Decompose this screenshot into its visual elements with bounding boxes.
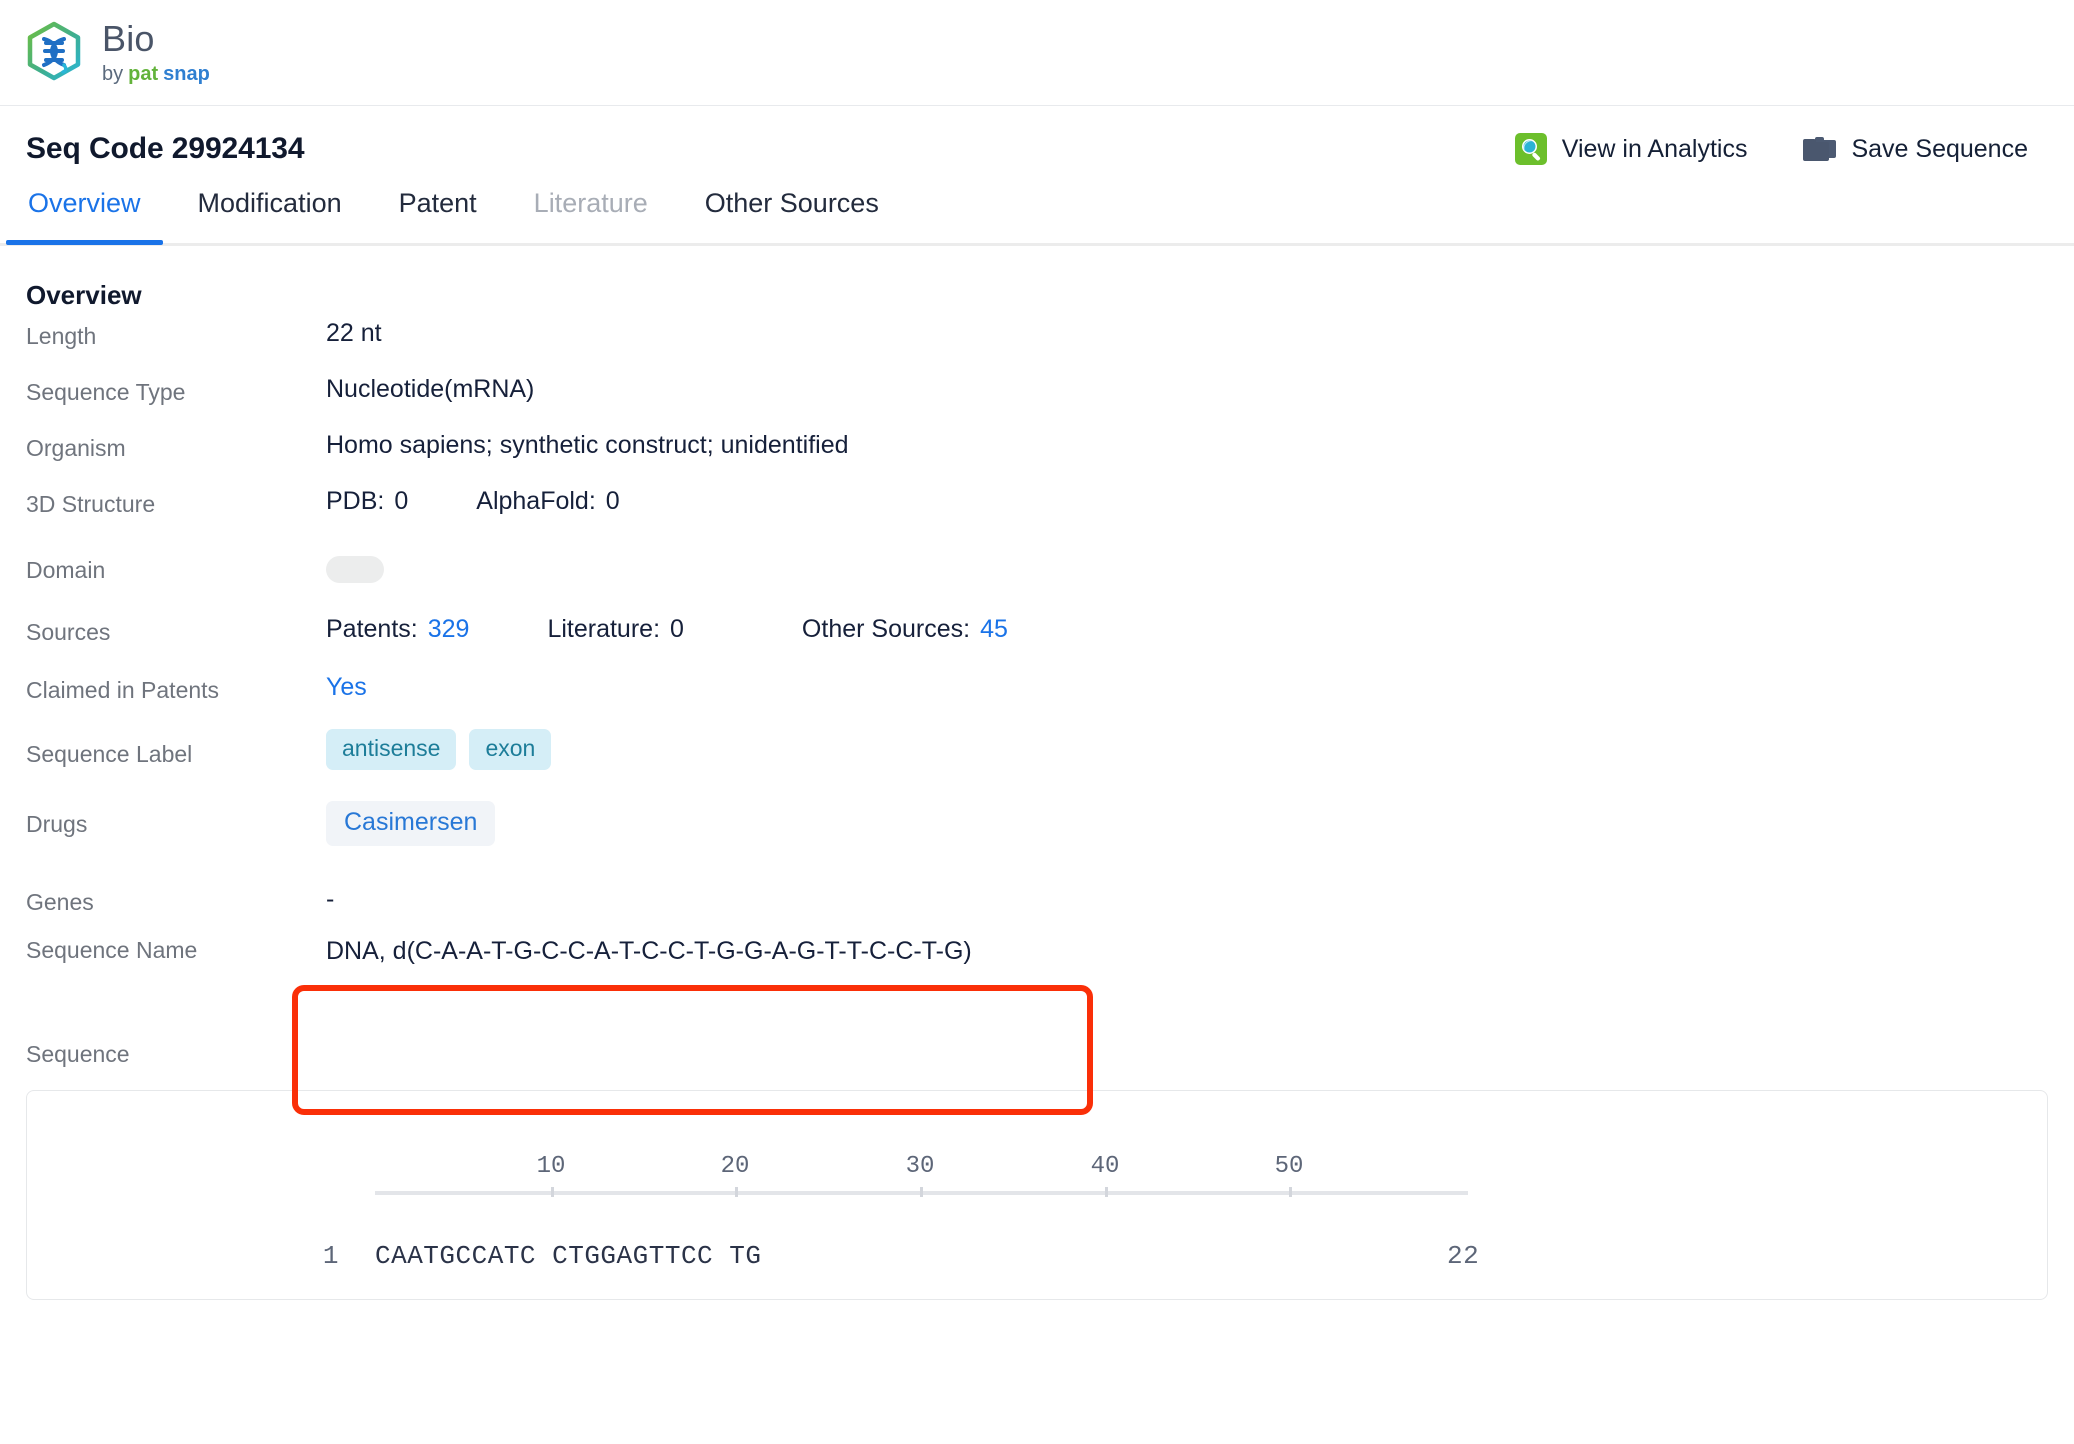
sequence-viewer-panel: 10 20 30 40 50 1 CAATGCCATC CTGGAGTTCC T… <box>26 1090 2048 1300</box>
tab-overview[interactable]: Overview <box>6 188 162 245</box>
ruler-tick <box>551 1187 554 1197</box>
row-sequence-label: Sequence Label antisense exon <box>26 729 2048 801</box>
literature-count: 0 <box>670 615 684 643</box>
brand-pat-text: pat <box>128 63 159 85</box>
section-title-overview: Overview <box>26 280 142 310</box>
patents-label: Patents: <box>326 615 418 643</box>
view-in-analytics-button[interactable]: View in Analytics <box>1514 132 1748 166</box>
brand-snap-text: snap <box>163 63 210 85</box>
value-genes: - <box>326 885 335 913</box>
save-sequence-button[interactable]: Save Sequence <box>1803 134 2028 164</box>
tab-patent[interactable]: Patent <box>399 188 477 243</box>
literature-label: Literature: <box>547 615 661 643</box>
ruler-tick-label: 40 <box>1090 1153 1120 1180</box>
ruler-tick-label: 10 <box>536 1153 566 1180</box>
value-length: 22 nt <box>326 319 382 347</box>
sequence-label-tag[interactable]: antisense <box>326 729 457 770</box>
other-sources-count-link[interactable]: 45 <box>980 615 1008 644</box>
value-sources: Patents: 329 Literature: 0 Other Sources… <box>326 615 1008 644</box>
brand-subtitle: by pat snap <box>102 64 210 84</box>
row-sequence-name: Sequence Name DNA, d(C-A-A-T-G-C-C-A-T-C… <box>26 929 2048 1079</box>
sequence-ruler: 10 20 30 40 50 <box>375 1153 1468 1197</box>
label-domain: Domain <box>26 557 106 583</box>
tab-bottom-divider <box>0 243 2074 246</box>
view-in-analytics-label: View in Analytics <box>1561 134 1748 163</box>
overview-field-list: Length 22 nt Sequence Type Nucleotide(mR… <box>26 319 2048 1079</box>
value-domain <box>326 553 384 583</box>
value-organism: Homo sapiens; synthetic construct; unide… <box>326 431 849 459</box>
tab-other-sources[interactable]: Other Sources <box>705 188 879 243</box>
value-drugs: Casimersen <box>326 801 496 846</box>
overview-body: Overview Length 22 nt Sequence Type Nucl… <box>0 280 2074 1300</box>
tab-literature: Literature <box>533 188 648 218</box>
label-sequence-type: Sequence Type <box>26 379 186 405</box>
pdb-value: 0 <box>394 487 409 515</box>
value-sequence-type: Nucleotide(mRNA) <box>326 375 535 403</box>
value-3d-structure: PDB: 0 AlphaFold: 0 <box>326 487 620 516</box>
ruler-tick <box>1289 1187 1292 1197</box>
row-drugs: Drugs Casimersen <box>26 801 2048 885</box>
value-claimed-in-patents[interactable]: Yes <box>326 673 367 702</box>
row-length: Length 22 nt <box>26 319 2048 375</box>
domain-placeholder-pill <box>326 556 384 583</box>
row-sequence-type: Sequence Type Nucleotide(mRNA) <box>26 375 2048 431</box>
page-title: Seq Code 29924134 <box>26 132 305 165</box>
brand-title: Bio <box>102 18 155 59</box>
value-sequence-name: DNA, d(C-A-A-T-G-C-C-A-T-C-C-T-G-G-A-G-T… <box>326 937 972 965</box>
ruler-tick-label: 20 <box>720 1153 750 1180</box>
ruler-tick-label: 50 <box>1274 1153 1304 1180</box>
sequence-start-index: 1 <box>322 1241 339 1271</box>
brand-bar: Bio by pat snap <box>0 0 2074 106</box>
header-actions: View in Analytics Save Sequence <box>1514 132 2048 166</box>
folder-icon <box>1803 134 1837 164</box>
analytics-search-icon <box>1514 132 1548 166</box>
row-claimed-in-patents: Claimed in Patents Yes <box>26 673 2048 729</box>
other-sources-label: Other Sources: <box>801 615 971 643</box>
label-3d-structure: 3D Structure <box>26 491 156 517</box>
ruler-tick <box>920 1187 923 1197</box>
sequence-bases[interactable]: CAATGCCATC CTGGAGTTCC TG <box>375 1241 761 1271</box>
alphafold-label: AlphaFold: <box>476 487 596 515</box>
tab-modification[interactable]: Modification <box>198 188 342 243</box>
ruler-tick <box>1105 1187 1108 1197</box>
label-organism: Organism <box>26 435 126 461</box>
page-header: Seq Code 29924134 View in Analytics Save… <box>0 106 2074 246</box>
tab-list: Overview Modification Patent Literature … <box>6 188 2048 245</box>
brand-by-text: by <box>102 63 124 85</box>
dna-hexagon-logo-icon <box>20 19 88 87</box>
label-length: Length <box>26 323 97 349</box>
label-genes: Genes <box>26 889 94 915</box>
tab-bar: Overview Modification Patent Literature … <box>0 188 2074 246</box>
sequence-end-index: 22 <box>1447 1241 1480 1271</box>
row-sources: Sources Patents: 329 Literature: 0 Other… <box>26 615 2048 673</box>
drug-tag-casimersen[interactable]: Casimersen <box>326 801 496 846</box>
label-sequence-label: Sequence Label <box>26 741 193 767</box>
row-genes: Genes - <box>26 885 2048 929</box>
label-drugs: Drugs <box>26 811 88 837</box>
sequence-label-tag[interactable]: exon <box>469 729 552 770</box>
label-sequence-name: Sequence Name <box>26 937 198 963</box>
ruler-tick <box>735 1187 738 1197</box>
header-top-row: Seq Code 29924134 View in Analytics Save… <box>26 106 2048 166</box>
ruler-tick-label: 30 <box>905 1153 935 1180</box>
pdb-label: PDB: <box>326 487 385 515</box>
label-sources: Sources <box>26 619 111 645</box>
alphafold-value: 0 <box>605 487 620 515</box>
row-domain: Domain <box>26 553 2048 615</box>
value-sequence-label: antisense exon <box>326 729 564 770</box>
row-3d-structure: 3D Structure PDB: 0 AlphaFold: 0 <box>26 487 2048 543</box>
row-organism: Organism Homo sapiens; synthetic constru… <box>26 431 2048 487</box>
patents-count-link[interactable]: 329 <box>428 615 470 644</box>
save-sequence-label: Save Sequence <box>1851 134 2028 163</box>
label-claimed-in-patents: Claimed in Patents <box>26 677 220 703</box>
